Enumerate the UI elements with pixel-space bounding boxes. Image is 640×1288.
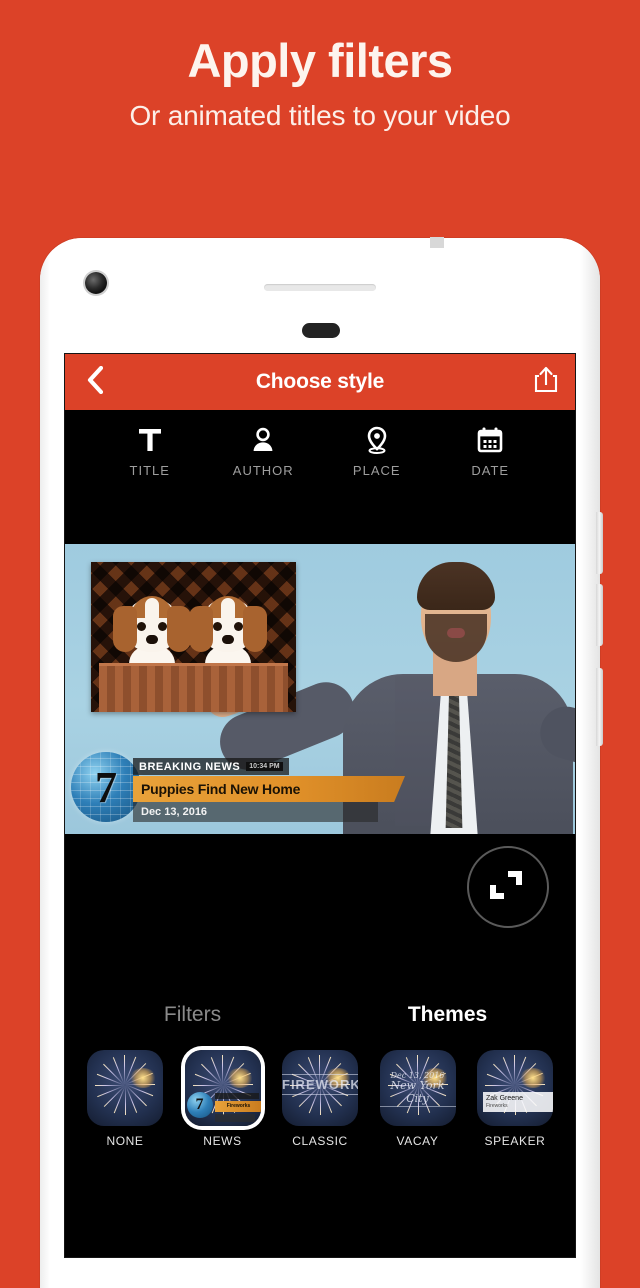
theme-overlay-classic: FIREWORKS xyxy=(282,1074,358,1096)
theme-label: CLASSIC xyxy=(292,1134,348,1148)
phone-screen: Choose style TITLE AUTHOR PLACE DATE 7 B… xyxy=(64,353,576,1258)
volume-down-button[interactable] xyxy=(596,584,603,646)
theme-thumbnail: FIREWORKS xyxy=(282,1050,358,1126)
puppy-right-ear xyxy=(167,606,191,652)
attribute-tabs: TITLE AUTHOR PLACE DATE xyxy=(65,410,575,478)
theme-thumbnail xyxy=(87,1050,163,1126)
puppies-photo xyxy=(91,562,296,712)
tab-date-label: DATE xyxy=(471,463,510,478)
wicker-basket xyxy=(99,663,288,712)
puppy-right-eye xyxy=(234,622,243,631)
puppy-right-eye xyxy=(158,622,167,631)
thumb-channel-number: 7 xyxy=(186,1092,213,1118)
headline-bar: Puppies Find New Home xyxy=(133,776,405,802)
theme-label: NONE xyxy=(106,1134,144,1148)
thumb-headline-text: Fireworks xyxy=(226,1103,251,1109)
back-button[interactable] xyxy=(65,365,123,399)
puppy-blaze xyxy=(145,598,159,624)
text-t-icon xyxy=(93,424,207,456)
theme-list: NONE 7 Fireworks NEWS FIREWOR CLASSIC De… xyxy=(65,1046,575,1148)
video-preview[interactable]: 7 BREAKING NEWS 10:34 PM Puppies Find Ne… xyxy=(65,544,575,834)
thumb-speaker-role: Fireworks xyxy=(486,1103,508,1109)
anchor-mouth xyxy=(447,628,465,638)
tab-author[interactable]: AUTHOR xyxy=(207,424,321,478)
tab-filters-label: Filters xyxy=(163,1003,222,1026)
thumb-vacay-place: New York City xyxy=(390,1079,445,1106)
anchor-hair xyxy=(417,562,495,610)
tab-place-label: PLACE xyxy=(352,463,401,478)
fullscreen-expand-icon xyxy=(469,871,543,926)
kicker-text: BREAKING NEWS xyxy=(139,760,241,773)
date-bar: Dec 13, 2016 xyxy=(133,802,378,822)
tab-place[interactable]: PLACE xyxy=(320,424,434,478)
theme-thumbnail: 7 Fireworks xyxy=(184,1050,261,1126)
thumb-speaker-name: Zak Greene xyxy=(486,1095,523,1102)
channel-number: 7 xyxy=(95,762,117,812)
puppy-left-eye xyxy=(213,622,222,631)
preview-controls xyxy=(65,834,575,984)
puppy-left-ear xyxy=(189,606,213,652)
fullscreen-expand-button[interactable] xyxy=(467,846,549,928)
tab-filters[interactable]: Filters xyxy=(65,1003,320,1027)
theme-item-none[interactable]: NONE xyxy=(83,1050,167,1148)
theme-thumbnail: Dec 13, 2016 New York City xyxy=(379,1050,456,1126)
power-button[interactable] xyxy=(596,668,603,746)
tab-themes[interactable]: Themes xyxy=(320,1003,575,1027)
puppy-right-ear xyxy=(243,606,267,652)
tab-author-label: AUTHOR xyxy=(232,463,294,478)
front-camera-icon xyxy=(85,272,107,294)
volume-up-button[interactable] xyxy=(596,512,603,574)
page-title: Choose style xyxy=(255,370,385,393)
calendar-icon xyxy=(434,424,548,456)
sensor-pill xyxy=(302,323,340,338)
theme-label: NEWS xyxy=(203,1134,242,1148)
app-header: Choose style xyxy=(65,354,575,410)
theme-overlay-vacay: Dec 13, 2016 New York City xyxy=(379,1071,456,1107)
thumb-kicker-bar xyxy=(214,1093,259,1099)
tabs-spacer xyxy=(65,478,575,544)
share-upload-icon xyxy=(534,366,558,398)
firework-glow xyxy=(129,1068,156,1089)
promo-subtitle: Or animated titles to your video xyxy=(129,100,511,132)
puppy-blaze xyxy=(221,598,235,624)
theme-overlay-speaker: Zak Greene Fireworks xyxy=(483,1092,553,1112)
firework-glow xyxy=(519,1068,546,1089)
theme-item-vacay[interactable]: Dec 13, 2016 New York City VACAY xyxy=(376,1050,460,1148)
promo-title: Apply filters xyxy=(187,34,453,87)
tab-date[interactable]: DATE xyxy=(434,424,548,478)
theme-item-news[interactable]: 7 Fireworks NEWS xyxy=(181,1050,265,1148)
puppy-nose xyxy=(146,635,158,644)
thumb-headline-bar: Fireworks xyxy=(214,1101,261,1112)
share-button[interactable] xyxy=(517,366,575,398)
theme-label: VACAY xyxy=(396,1134,439,1148)
headline-text: Puppies Find New Home xyxy=(141,781,301,797)
theme-thumbnail: Zak Greene Fireworks xyxy=(477,1050,553,1126)
map-pin-icon xyxy=(320,424,434,456)
tab-themes-label: Themes xyxy=(407,1003,488,1026)
chevron-left-icon xyxy=(86,365,103,399)
theme-item-classic[interactable]: FIREWORKS CLASSIC xyxy=(278,1050,362,1148)
puppy-left-eye xyxy=(137,622,146,631)
tab-title[interactable]: TITLE xyxy=(93,424,207,478)
broadcast-timestamp: 10:34 PM xyxy=(246,762,283,771)
date-text: Dec 13, 2016 xyxy=(141,806,208,818)
puppy-left-ear xyxy=(113,606,137,652)
news-lower-third: 7 BREAKING NEWS 10:34 PM Puppies Find Ne… xyxy=(71,752,421,828)
thumb-date-bar xyxy=(214,1114,255,1122)
tab-title-label: TITLE xyxy=(129,463,170,478)
person-icon xyxy=(207,424,321,456)
theme-overlay-news: 7 Fireworks xyxy=(185,1050,261,1126)
theme-label: SPEAKER xyxy=(484,1134,546,1148)
phone-top-notch xyxy=(430,237,444,248)
puppy-nose xyxy=(222,635,234,644)
breaking-news-kicker: BREAKING NEWS 10:34 PM xyxy=(133,758,289,775)
theme-item-speaker[interactable]: Zak Greene Fireworks SPEAKER xyxy=(473,1050,557,1148)
earpiece-speaker xyxy=(264,284,376,291)
mode-tab-row: Filters Themes xyxy=(65,984,575,1046)
promo-banner: Apply filters Or animated titles to your… xyxy=(0,0,640,132)
